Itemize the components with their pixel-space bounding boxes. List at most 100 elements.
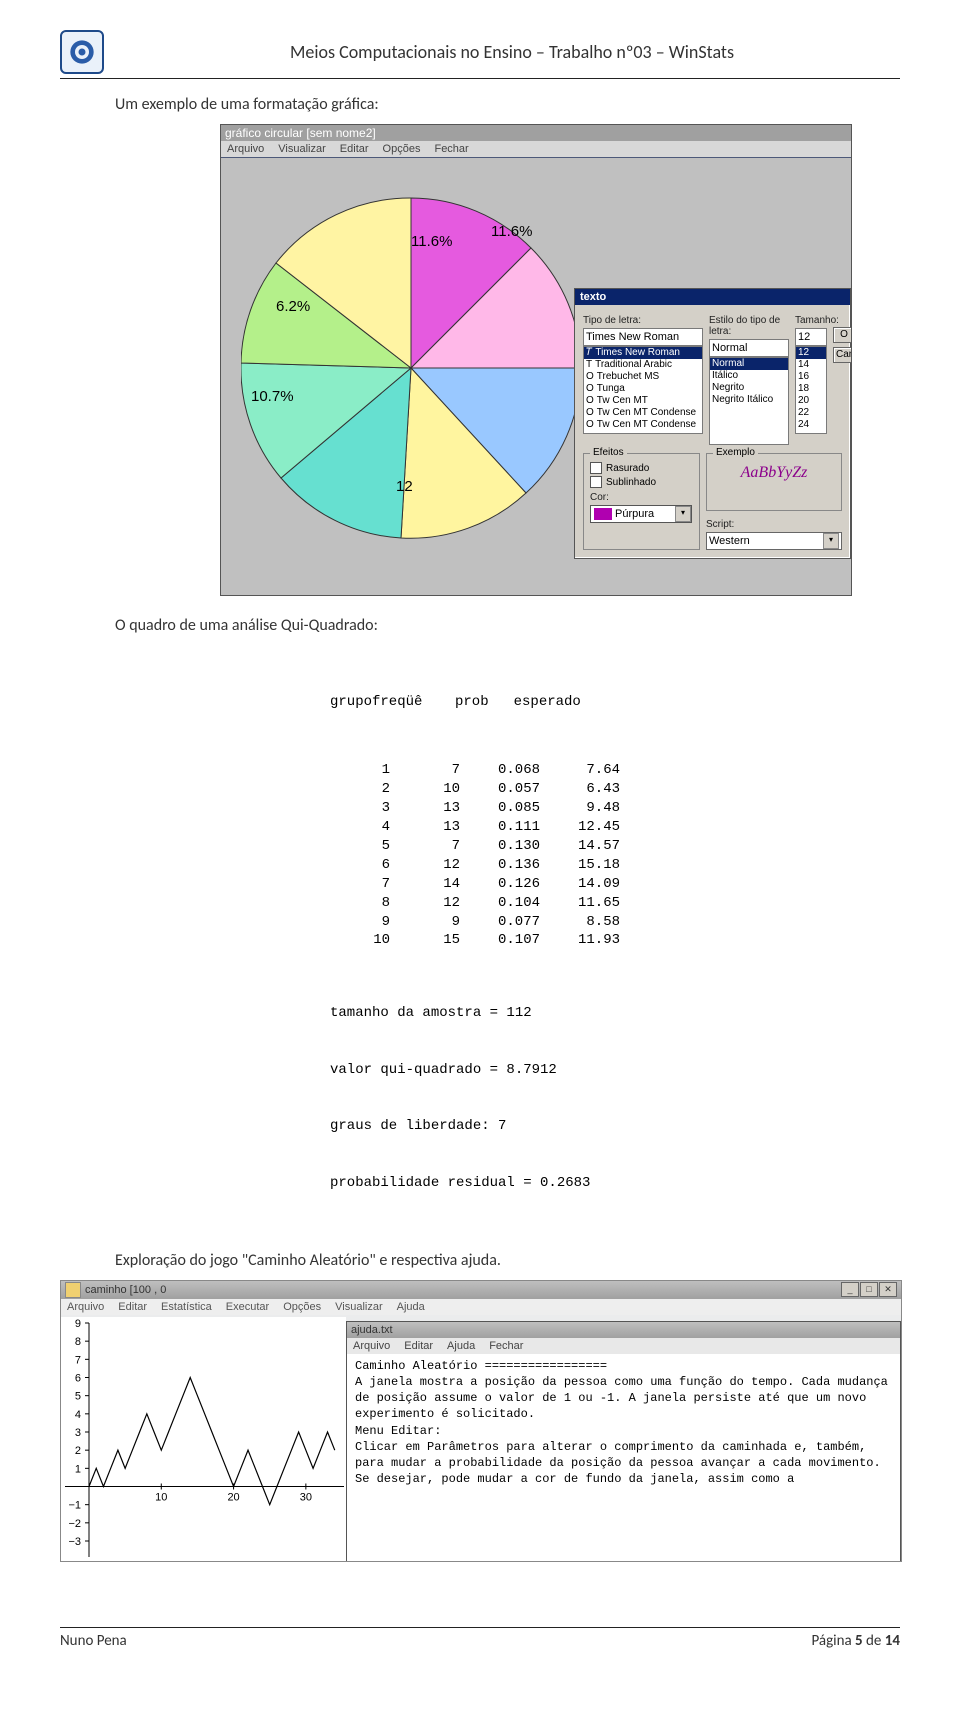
ss1-menu-item[interactable]: Arquivo (227, 143, 264, 155)
strike-checkbox[interactable]: Rasurado (590, 462, 693, 474)
size-list-item[interactable]: 18 (796, 383, 826, 395)
pie-label: 11.6% (411, 233, 452, 250)
font-style-input[interactable] (709, 339, 789, 357)
ss1-menubar: Arquivo Visualizar Editar Opções Fechar (221, 141, 851, 157)
minimize-button[interactable]: _ (841, 1282, 859, 1297)
style-list-item[interactable]: Negrito Itálico (710, 394, 788, 406)
help-menu-item[interactable]: Editar (404, 1340, 433, 1352)
help-menu-item[interactable]: Ajuda (447, 1340, 475, 1352)
size-list[interactable]: 12 14 16 18 20 22 24 (795, 346, 827, 434)
qq-row: 2100.0576.43 (330, 780, 900, 799)
ss1-title-text: gráfico circular [sem nome2] (225, 126, 376, 140)
qq-table: 170.0687.642100.0576.433130.0859.484130.… (330, 761, 900, 950)
help-body: Caminho Aleatório ================= A ja… (347, 1354, 900, 1562)
svg-text:−3: −3 (68, 1536, 81, 1548)
ss3-menu-item[interactable]: Estatística (161, 1301, 212, 1313)
font-list-item[interactable]: OTunga (584, 383, 702, 395)
ss3-menu-item[interactable]: Arquivo (67, 1301, 104, 1313)
footer-page: Página 5 de 14 (811, 1632, 900, 1650)
svg-text:6: 6 (75, 1372, 81, 1384)
qq-row: 4130.11112.45 (330, 818, 900, 837)
cancel-button[interactable]: Can (833, 347, 852, 363)
pie-label: 10.7% (251, 388, 294, 405)
font-list-item[interactable]: OTw Cen MT Condense (584, 419, 702, 431)
qq-summary-line: valor qui-quadrado = 8.7912 (330, 1061, 900, 1080)
color-dropdown[interactable]: Púrpura ▾ (590, 505, 692, 523)
svg-text:20: 20 (227, 1491, 239, 1503)
ss3-menu-item[interactable]: Opções (283, 1301, 321, 1313)
label-style: Estilo do tipo de letra: (709, 315, 789, 337)
header-title: Meios Computacionais no Ensino – Trabalh… (124, 41, 900, 63)
svg-text:30: 30 (300, 1491, 312, 1503)
ss1-canvas: 11.6% 11.6% 6.2% 10.7% 12 texto Tipo de … (221, 158, 851, 595)
label-color: Cor: (590, 492, 693, 503)
maximize-button[interactable]: □ (860, 1282, 878, 1297)
screenshot-random-walk: caminho [100 , 0 _ □ ✕ Arquivo Editar Es… (60, 1280, 902, 1562)
sample-preview: AaBbYyZz (713, 460, 835, 486)
color-swatch (594, 508, 612, 520)
qq-summary-line: probabilidade residual = 0.2683 (330, 1174, 900, 1193)
qq-row: 570.13014.57 (330, 837, 900, 856)
style-list-item[interactable]: Negrito (710, 382, 788, 394)
window-controls: _ □ ✕ (841, 1282, 897, 1297)
pie-label: 12 (396, 478, 413, 495)
font-list-item[interactable]: OTw Cen MT Condense (584, 407, 702, 419)
help-menu-item[interactable]: Fechar (489, 1340, 523, 1352)
font-list[interactable]: 𝑇Times New Roman TTraditional Arabic OTr… (583, 346, 703, 434)
qq-row: 3130.0859.48 (330, 799, 900, 818)
ss1-menu-item[interactable]: Fechar (434, 143, 468, 155)
svg-text:5: 5 (75, 1390, 81, 1402)
size-list-item[interactable]: 12 (796, 347, 826, 359)
header-divider (60, 78, 900, 79)
font-list-item[interactable]: 𝑇Times New Roman (584, 347, 702, 359)
help-menu-item[interactable]: Arquivo (353, 1340, 390, 1352)
size-list-item[interactable]: 16 (796, 371, 826, 383)
style-list-item[interactable]: Itálico (710, 370, 788, 382)
font-list-item[interactable]: TTraditional Arabic (584, 359, 702, 371)
font-size-input[interactable] (795, 328, 827, 346)
qq-header: esperado (514, 693, 581, 712)
qq-row: 8120.10411.65 (330, 894, 900, 913)
svg-text:10: 10 (155, 1491, 167, 1503)
style-list[interactable]: Normal Itálico Negrito Negrito Itálico (709, 357, 789, 445)
size-list-item[interactable]: 24 (796, 419, 826, 431)
script-dropdown[interactable]: Western ▾ (706, 532, 842, 550)
help-title: ajuda.txt (347, 1322, 900, 1338)
ss1-titlebar: gráfico circular [sem nome2] (221, 125, 851, 141)
ss3-title-text: caminho [100 , 0 (85, 1284, 166, 1296)
svg-text:1: 1 (75, 1463, 81, 1475)
ss3-menu-item[interactable]: Ajuda (397, 1301, 425, 1313)
paragraph-2: O quadro de uma análise Qui-Quadrado: (115, 616, 900, 635)
ss3-menu-item[interactable]: Executar (226, 1301, 269, 1313)
ss1-menu-item[interactable]: Opções (383, 143, 421, 155)
label-font: Tipo de letra: (583, 315, 703, 326)
qq-row: 170.0687.64 (330, 761, 900, 780)
ss1-menu-item[interactable]: Editar (340, 143, 369, 155)
close-button[interactable]: ✕ (879, 1282, 897, 1297)
size-list-item[interactable]: 14 (796, 359, 826, 371)
font-list-item[interactable]: OTw Cen MT (584, 395, 702, 407)
chevron-down-icon[interactable]: ▾ (675, 506, 691, 522)
screenshot-pie-font-dialog: gráfico circular [sem nome2] Arquivo Vis… (220, 124, 852, 596)
label-size: Tamanho: (795, 315, 827, 326)
paragraph-3: Exploração do jogo "Caminho Aleatório" e… (115, 1251, 900, 1270)
size-list-item[interactable]: 22 (796, 407, 826, 419)
underline-checkbox[interactable]: Sublinhado (590, 476, 693, 488)
svg-text:9: 9 (75, 1318, 81, 1330)
ss3-menu-item[interactable]: Visualizar (335, 1301, 383, 1313)
sample-group-label: Exemplo (713, 447, 758, 458)
style-list-item[interactable]: Normal (710, 358, 788, 370)
ss1-menu-item[interactable]: Visualizar (278, 143, 326, 155)
chevron-down-icon[interactable]: ▾ (823, 533, 839, 549)
qq-row: 10150.10711.93 (330, 931, 900, 950)
footer-author: Nuno Pena (60, 1632, 127, 1650)
size-list-item[interactable]: 20 (796, 395, 826, 407)
svg-text:8: 8 (75, 1336, 81, 1348)
font-list-item[interactable]: OTrebuchet MS (584, 371, 702, 383)
font-name-input[interactable] (583, 328, 703, 346)
pie-chart: 11.6% 11.6% 6.2% 10.7% 12 (241, 168, 581, 551)
ok-button[interactable]: O (833, 327, 852, 343)
label-script: Script: (706, 519, 842, 530)
ss3-menu-item[interactable]: Editar (118, 1301, 147, 1313)
pie-label: 6.2% (276, 298, 310, 315)
